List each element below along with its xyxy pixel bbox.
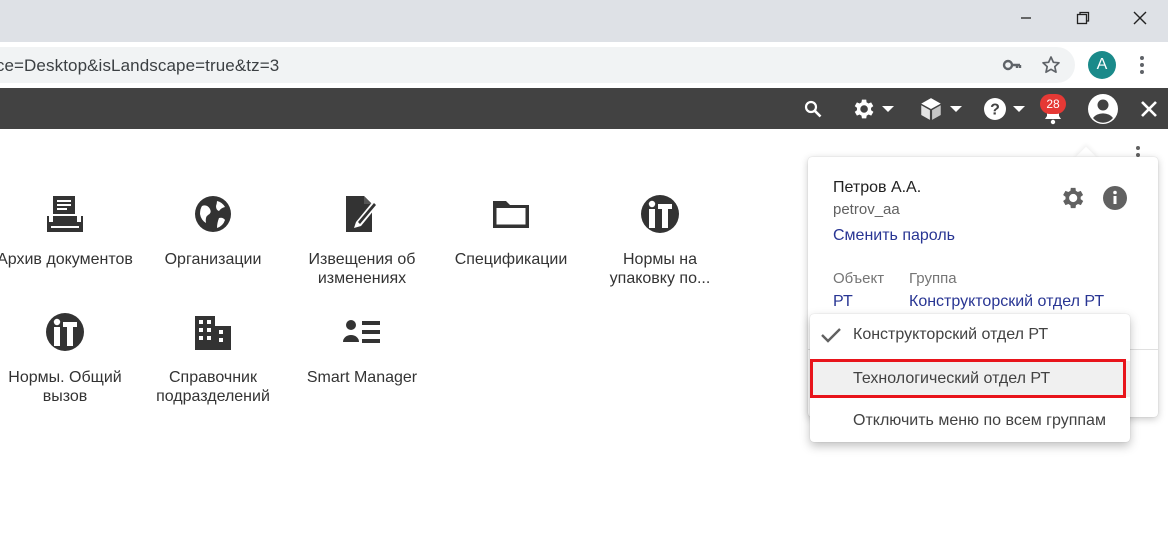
tile-label: Нормы на упаковку по... xyxy=(609,251,711,287)
menu-item-disable-group-menu[interactable]: Отключить меню по всем группам xyxy=(810,403,1130,439)
tile-label: Архив документов xyxy=(0,251,133,268)
archive-icon xyxy=(0,190,135,238)
restore-icon[interactable] xyxy=(1054,0,1112,36)
tile-label: Спецификации xyxy=(454,251,568,268)
svg-text:?: ? xyxy=(990,101,1000,118)
menu-item-label: Отключить меню по всем группам xyxy=(853,412,1106,429)
highlight-frame xyxy=(810,359,1126,398)
tile-change-notices[interactable]: Извещения об изменениях xyxy=(292,190,432,288)
menu-item-design-department[interactable]: Конструкторский отдел РТ xyxy=(810,317,1130,353)
tile-label: Извещения об изменениях xyxy=(308,251,416,287)
tile-specifications[interactable]: Спецификации xyxy=(441,190,581,269)
chevron-down-icon xyxy=(882,105,894,112)
minimize-icon[interactable] xyxy=(997,0,1055,36)
address-bar[interactable]: ice=Desktop&isLandscape=true&tz=3 xyxy=(0,47,1075,83)
tile-label: Справочник подразделений xyxy=(156,369,270,405)
notification-badge: 28 xyxy=(1040,94,1066,114)
browser-menu-icon[interactable] xyxy=(1130,52,1154,78)
folder-icon xyxy=(441,190,581,238)
chevron-down-icon xyxy=(1013,105,1025,112)
key-icon[interactable] xyxy=(1002,55,1022,75)
check-icon xyxy=(820,326,842,349)
tile-label: Нормы. Общий вызов xyxy=(8,369,122,405)
profile-avatar[interactable]: A xyxy=(1088,51,1116,79)
menu-item-label: Конструкторский отдел РТ xyxy=(853,326,1049,343)
object-header: Объект xyxy=(833,270,885,287)
close-icon[interactable] xyxy=(1136,88,1162,129)
tile-document-archive[interactable]: Архив документов xyxy=(0,190,135,269)
contact-list-icon xyxy=(292,308,432,356)
tile-smart-manager[interactable]: Smart Manager xyxy=(292,308,432,387)
user-login: petrov_aa xyxy=(833,201,900,218)
change-password-link[interactable]: Сменить пароль xyxy=(833,227,955,245)
tile-norms-general-call[interactable]: Нормы. Общий вызов xyxy=(0,308,135,406)
gear-icon xyxy=(854,99,874,118)
group-header: Группа xyxy=(909,270,957,287)
edit-document-icon xyxy=(292,190,432,238)
user-account-icon[interactable] xyxy=(1086,88,1120,129)
user-full-name: Петров А.А. xyxy=(833,179,922,196)
tile-label: Организации xyxy=(164,251,262,268)
settings-menu-button[interactable] xyxy=(846,88,898,129)
modules-menu-button[interactable] xyxy=(914,88,966,129)
bookmark-star-icon[interactable] xyxy=(1041,55,1061,75)
chevron-down-icon xyxy=(950,105,962,112)
globe-icon xyxy=(143,190,283,238)
tile-organizations[interactable]: Организации xyxy=(143,190,283,269)
it-logo-icon xyxy=(590,190,730,238)
browser-titlebar xyxy=(0,0,1168,42)
url-text[interactable]: ice=Desktop&isLandscape=true&tz=3 xyxy=(0,56,279,76)
tile-departments-directory[interactable]: Справочник подразделений xyxy=(143,308,283,406)
search-icon[interactable] xyxy=(800,88,826,129)
object-value[interactable]: РТ xyxy=(833,293,853,311)
tile-label: Smart Manager xyxy=(306,369,418,386)
app-header: ? 28 xyxy=(0,88,1168,129)
help-menu-button[interactable]: ? xyxy=(978,88,1030,129)
building-icon xyxy=(143,308,283,356)
gear-icon[interactable] xyxy=(1058,184,1086,217)
it-logo-icon xyxy=(0,308,135,356)
tile-packaging-norms[interactable]: Нормы на упаковку по... xyxy=(590,190,730,288)
browser-toolbar: ice=Desktop&isLandscape=true&tz=3 A xyxy=(0,42,1168,88)
group-value[interactable]: Конструкторский отдел РТ xyxy=(909,293,1104,311)
help-icon: ? xyxy=(984,97,1006,120)
window-close-icon[interactable] xyxy=(1111,0,1168,36)
info-icon[interactable] xyxy=(1102,185,1128,216)
cube-icon xyxy=(921,97,941,120)
